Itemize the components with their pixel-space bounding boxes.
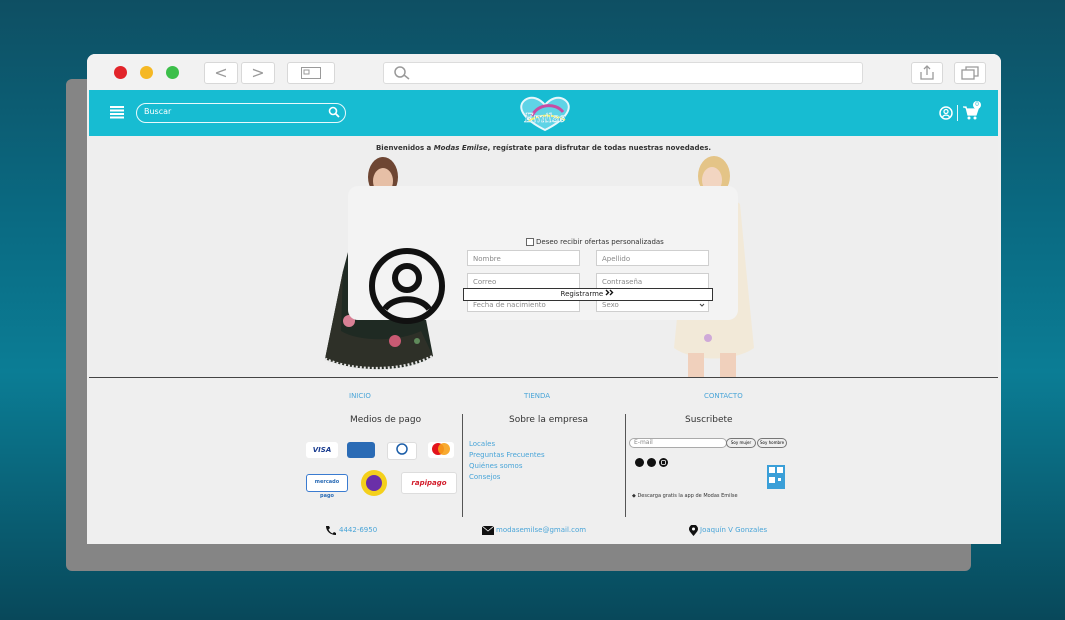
- contrasena-input[interactable]: Contraseña: [596, 273, 709, 289]
- register-button[interactable]: Registrarme: [463, 288, 713, 301]
- mercado-pago-logo: mercado pago: [306, 474, 348, 499]
- sidebar-icon: [301, 67, 321, 79]
- share-button[interactable]: [911, 62, 943, 84]
- payments-title: Medios de pago: [350, 415, 422, 425]
- visa-logo: VISA: [306, 442, 338, 458]
- mail-icon: [482, 526, 494, 535]
- company-title: Sobre la empresa: [509, 415, 588, 425]
- offers-checkbox[interactable]: [526, 238, 534, 246]
- address-bar[interactable]: [383, 62, 863, 84]
- soy-mujer-button[interactable]: Soy mujer: [726, 438, 756, 448]
- header-separator: [957, 105, 958, 121]
- maximize-window-button[interactable]: [166, 66, 179, 79]
- site-header: Buscar Emilse 0: [89, 90, 998, 136]
- pagofacil-logo: [361, 470, 387, 496]
- footer-nav-tienda[interactable]: TIENDA: [524, 392, 550, 400]
- menu-icon[interactable]: [110, 105, 124, 119]
- close-window-button[interactable]: [114, 66, 127, 79]
- instagram-icon[interactable]: [659, 458, 668, 467]
- site-footer: INICIO TIENDA CONTACTO Medios de pago So…: [89, 378, 998, 544]
- sidebar-toggle-button[interactable]: [287, 62, 335, 84]
- tabs-button[interactable]: [954, 62, 986, 84]
- minimize-window-button[interactable]: [140, 66, 153, 79]
- twitter-icon[interactable]: [647, 458, 656, 467]
- soy-hombre-button[interactable]: Soy hombre: [757, 438, 787, 448]
- footer-phone[interactable]: 4442-6950: [339, 526, 377, 534]
- forward-button[interactable]: >: [241, 62, 275, 84]
- footer-link-locales[interactable]: Locales: [469, 440, 495, 448]
- double-chevron-right-icon: [605, 289, 614, 296]
- svg-text:Emilse: Emilse: [523, 111, 565, 125]
- qr-code[interactable]: [767, 465, 785, 489]
- subscribe-title: Suscribete: [685, 415, 733, 425]
- search-input[interactable]: Buscar: [136, 103, 346, 123]
- footer-link-consejos[interactable]: Consejos: [469, 473, 500, 481]
- tabs-icon: [961, 66, 979, 80]
- chevron-left-icon: <: [214, 63, 228, 82]
- rapipago-logo: rapipago: [401, 472, 457, 494]
- registration-section: Bienvenidos a Modas Emilse, regístrate p…: [89, 136, 998, 378]
- apellido-input[interactable]: Apellido: [596, 250, 709, 266]
- brand-name: Modas Emilse: [433, 144, 488, 152]
- search-icon[interactable]: [328, 106, 340, 118]
- user-avatar-icon: [369, 248, 445, 324]
- correo-input[interactable]: Correo: [467, 273, 580, 289]
- footer-link-quienes[interactable]: Quiénes somos: [469, 462, 523, 470]
- chevron-down-icon: [699, 303, 705, 307]
- american-express-logo: [347, 442, 375, 458]
- search-placeholder: Buscar: [144, 107, 172, 116]
- welcome-message: Bienvenidos a Modas Emilse, regístrate p…: [375, 144, 712, 152]
- back-button[interactable]: <: [204, 62, 238, 84]
- offers-checkbox-label: Deseo recibir ofertas personalizadas: [536, 238, 664, 246]
- mastercard-logo: [428, 442, 454, 458]
- subscribe-email-input[interactable]: E-mail: [629, 438, 727, 448]
- footer-link-preguntas[interactable]: Preguntas Frecuentes: [469, 451, 545, 459]
- offers-checkbox-row[interactable]: Deseo recibir ofertas personalizadas: [526, 238, 664, 246]
- location-pin-icon: [689, 525, 698, 536]
- cart-badge: 0: [973, 101, 981, 109]
- search-icon: [394, 66, 410, 80]
- facebook-icon[interactable]: [635, 458, 644, 467]
- footer-address[interactable]: Joaquín V Gonzales: [700, 526, 767, 534]
- footer-divider-right: [625, 414, 626, 517]
- footer-divider-left: [462, 414, 463, 517]
- chevron-right-icon: >: [251, 63, 265, 82]
- footer-nav-contacto[interactable]: CONTACTO: [704, 392, 743, 400]
- user-icon[interactable]: [939, 106, 953, 120]
- nombre-input[interactable]: Nombre: [467, 250, 580, 266]
- browser-window: < > Buscar Emilse 0 Bienvenidos a Modas …: [87, 54, 1001, 544]
- footer-nav-inicio[interactable]: INICIO: [349, 392, 371, 400]
- brand-logo[interactable]: Emilse: [515, 92, 575, 134]
- android-icon: ◆: [632, 493, 636, 499]
- browser-toolbar: < >: [87, 54, 1001, 90]
- footer-email[interactable]: modasemilse@gmail.com: [496, 526, 586, 534]
- diners-club-logo: [387, 442, 417, 460]
- app-download-text: ◆ Descarga gratis la app de Modas Emilse: [632, 493, 738, 499]
- share-icon: [920, 65, 934, 80]
- phone-icon: [326, 526, 336, 535]
